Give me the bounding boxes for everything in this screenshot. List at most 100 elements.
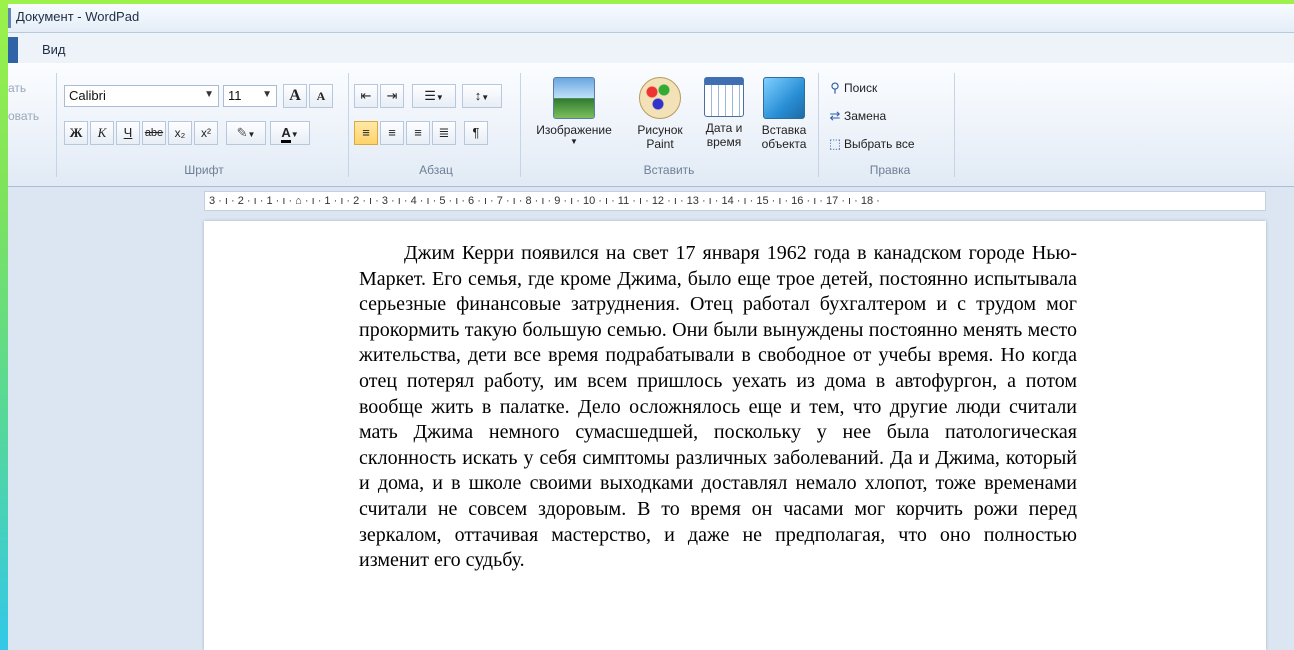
insert-object-button[interactable]: Вставка объекта [754, 71, 814, 151]
find-button[interactable]: ⚲ Поиск [826, 77, 877, 99]
grow-font-label: A [289, 87, 301, 104]
select-all-icon: ⬚ [828, 136, 842, 151]
group-divider [348, 73, 349, 177]
chevron-down-icon: ▼ [247, 130, 256, 139]
paragraph-icon: ¶ [472, 125, 480, 140]
clipboard-group: ать овать [8, 71, 48, 179]
highlight-color-button[interactable]: ✎▼ [226, 121, 266, 145]
select-all-label: Выбрать все [844, 137, 915, 151]
insert-image-button[interactable]: Изображение ▼ [524, 71, 624, 146]
ruler-scale: 3 · ı · 2 · ı · 1 · ı · ⌂ · ı · 1 · ı · … [209, 195, 880, 207]
clipboard-item-2[interactable]: овать [8, 109, 39, 123]
align-right-button[interactable]: ≡ [406, 121, 430, 145]
select-all-button[interactable]: ⬚ Выбрать все [826, 133, 915, 155]
group-divider [818, 73, 819, 177]
paint-label-2: Paint [646, 137, 674, 151]
chevron-down-icon: ▼ [570, 137, 578, 146]
align-center-icon: ≡ [388, 125, 396, 140]
justify-button[interactable]: ≣ [432, 121, 456, 145]
object-label-2: объекта [761, 137, 807, 151]
outdent-icon: ⇤ [360, 88, 372, 103]
italic-label: К [97, 125, 107, 140]
chevron-down-icon: ▼ [435, 93, 444, 102]
chevron-down-icon: ▼ [204, 89, 214, 100]
tab-view[interactable]: Вид [42, 42, 66, 57]
bold-button[interactable]: Ж [64, 121, 88, 145]
strikethrough-button[interactable]: abe [142, 121, 166, 145]
align-left-button[interactable]: ≡ [354, 121, 378, 145]
replace-icon: ⇄ [829, 108, 841, 123]
datetime-button[interactable]: Дата и время [696, 71, 752, 149]
bold-label: Ж [69, 125, 83, 140]
text-color-button[interactable]: A▼ [270, 121, 310, 145]
object-label-1: Вставка [761, 123, 807, 137]
increase-indent-button[interactable]: ⇥ [380, 84, 404, 108]
line-spacing-button[interactable]: ↕▼ [462, 84, 502, 108]
underline-button[interactable]: Ч [116, 121, 140, 145]
paragraph-settings-button[interactable]: ¶ [464, 121, 488, 145]
find-label: Поиск [844, 81, 878, 95]
font-group-label: Шрифт [184, 163, 224, 177]
replace-label: Замена [844, 109, 887, 123]
group-divider [520, 73, 521, 177]
font-size-value: 11 [228, 88, 242, 103]
superscript-label: x² [201, 126, 211, 140]
insert-image-label: Изображение [536, 123, 612, 137]
paragraph-group: ⇤ ⇥ ☰▼ ↕▼ ≡ ≡ ≡ ≣ ¶ Абзац [354, 71, 518, 179]
grow-font-button[interactable]: A [283, 84, 307, 108]
edit-group: ⚲ Поиск ⇄ Замена ⬚ Выбрать все Правка [826, 71, 954, 179]
shrink-font-label: A [316, 89, 326, 103]
document-body-text[interactable]: Джим Керри появился на свет 17 января 19… [359, 241, 1077, 574]
calendar-clock-icon [704, 77, 744, 117]
strikethrough-label: abe [144, 127, 164, 139]
bullet-list-button[interactable]: ☰▼ [412, 84, 456, 108]
window-title: Документ - WordPad [16, 9, 140, 24]
image-icon [553, 77, 595, 119]
font-name-select[interactable]: Calibri ▼ [64, 85, 219, 107]
insert-group: Изображение ▼ Рисунок Paint Дата и время… [524, 71, 814, 179]
document-page[interactable]: Джим Керри появился на свет 17 января 19… [204, 221, 1266, 650]
palette-icon [639, 77, 681, 119]
subscript-label: x₂ [174, 126, 186, 140]
datetime-label-1: Дата и [705, 121, 743, 135]
align-right-icon: ≡ [414, 125, 422, 140]
subscript-button[interactable]: x₂ [168, 121, 192, 145]
list-icon: ☰ [424, 88, 436, 103]
wordpad-window: Документ - WordPad Вид ать овать Calibri… [8, 4, 1294, 650]
underline-label: Ч [123, 125, 133, 140]
superscript-button[interactable]: x² [194, 121, 218, 145]
italic-button[interactable]: К [90, 121, 114, 145]
replace-button[interactable]: ⇄ Замена [826, 105, 887, 127]
justify-icon: ≣ [438, 125, 450, 140]
shrink-font-button[interactable]: A [309, 84, 333, 108]
align-left-icon: ≡ [362, 125, 370, 140]
clipboard-item-1[interactable]: ать [8, 81, 26, 95]
ribbon: ать овать Calibri ▼ 11 ▼ A A Ж К Ч abe x… [8, 63, 1294, 187]
ruler[interactable]: 3 · ı · 2 · ı · 1 · ı · ⌂ · ı · 1 · ı · … [204, 191, 1266, 211]
file-menu-tab[interactable] [8, 37, 18, 63]
insert-group-label: Вставить [643, 163, 695, 177]
align-center-button[interactable]: ≡ [380, 121, 404, 145]
font-name-value: Calibri [69, 88, 106, 103]
edit-group-label: Правка [869, 163, 911, 177]
title-bar: Документ - WordPad [8, 4, 1294, 33]
paint-label-1: Рисунок [637, 123, 683, 137]
datetime-label-2: время [706, 135, 742, 149]
indent-icon: ⇥ [386, 88, 398, 103]
paint-drawing-button[interactable]: Рисунок Paint [628, 71, 692, 151]
group-divider [954, 73, 955, 177]
object-icon [763, 77, 805, 119]
font-group: Calibri ▼ 11 ▼ A A Ж К Ч abe x₂ x² ✎▼ A▼… [64, 71, 344, 179]
font-size-select[interactable]: 11 ▼ [223, 85, 277, 107]
text-color-label: A [281, 126, 291, 143]
chevron-down-icon: ▼ [290, 130, 299, 139]
paragraph-group-label: Абзац [419, 163, 453, 177]
decrease-indent-button[interactable]: ⇤ [354, 84, 378, 108]
ribbon-tabs: Вид [8, 33, 1294, 63]
quick-access-icon[interactable] [8, 8, 11, 28]
chevron-down-icon: ▼ [481, 93, 490, 102]
chevron-down-icon: ▼ [262, 89, 272, 100]
binoculars-icon: ⚲ [830, 80, 840, 95]
highlighter-icon: ✎ [236, 125, 248, 140]
group-divider [56, 73, 57, 177]
